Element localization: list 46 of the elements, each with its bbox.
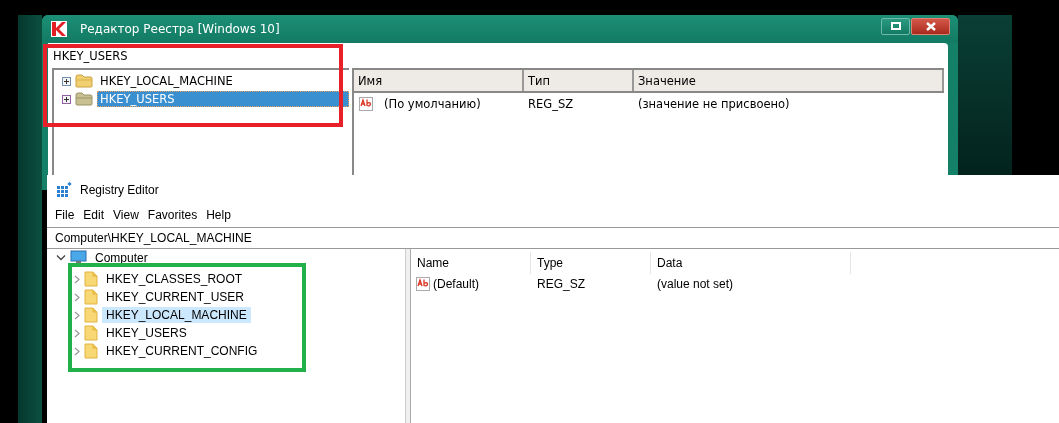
app-logo-icon	[50, 20, 68, 38]
value-name: (По умолчанию)	[383, 97, 481, 111]
menu-item[interactable]: Help	[203, 208, 237, 222]
restore-button[interactable]	[881, 17, 910, 35]
tree-item[interactable]: HKEY_USERS	[102, 325, 191, 341]
string-value-icon	[415, 276, 431, 292]
computer-icon	[70, 250, 87, 265]
value-data: (value not set)	[656, 277, 735, 291]
value-data: (значение не присвоено)	[637, 97, 791, 111]
folder-icon	[84, 289, 98, 305]
tree-item[interactable]: HKEY_LOCAL_MACHINE	[102, 307, 251, 323]
column-header[interactable]: Имя	[354, 70, 524, 91]
address-bar[interactable]: Computer\HKEY_LOCAL_MACHINE	[47, 227, 1059, 249]
expand-icon	[62, 76, 71, 86]
tree-item[interactable]: HKEY_CURRENT_USER	[102, 289, 249, 305]
close-button[interactable]	[911, 17, 950, 35]
column-header[interactable]: Тип	[524, 70, 634, 91]
value-type: REG_SZ	[527, 97, 575, 111]
window-title: Редактор Реестра [Windows 10]	[80, 22, 281, 36]
menu-item[interactable]: Edit	[80, 208, 111, 222]
address-text: HKEY_USERS	[53, 48, 128, 63]
string-value-icon	[358, 96, 374, 112]
expand-icon	[62, 94, 71, 104]
column-header[interactable]: Data	[651, 252, 851, 274]
folder-icon	[84, 271, 98, 287]
close-icon	[925, 21, 936, 31]
restore-icon	[890, 22, 901, 30]
menu-item[interactable]: Favorites	[144, 208, 204, 222]
column-header[interactable]: Значение	[634, 70, 944, 91]
menu-item[interactable]: View	[110, 208, 145, 222]
folder-icon	[75, 74, 93, 88]
window-title: Registry Editor	[80, 182, 159, 197]
app-logo-icon	[56, 181, 72, 198]
menu-item[interactable]: File	[52, 208, 81, 222]
tree-item[interactable]: HKEY_CURRENT_CONFIG	[102, 343, 262, 359]
folder-icon	[84, 325, 98, 341]
folder-icon	[84, 307, 98, 323]
tree-item[interactable]: HKEY_LOCAL_MACHINE	[97, 73, 349, 89]
column-header[interactable]: Type	[531, 252, 651, 274]
column-header[interactable]: Name	[411, 252, 531, 274]
folder-icon	[75, 92, 93, 106]
tree-item[interactable]: HKEY_CLASSES_ROOT	[102, 271, 247, 287]
value-type: REG_SZ	[536, 277, 586, 291]
value-name: (Default)	[433, 277, 479, 291]
folder-icon	[84, 343, 98, 359]
tree-item[interactable]: Computer	[91, 249, 152, 266]
